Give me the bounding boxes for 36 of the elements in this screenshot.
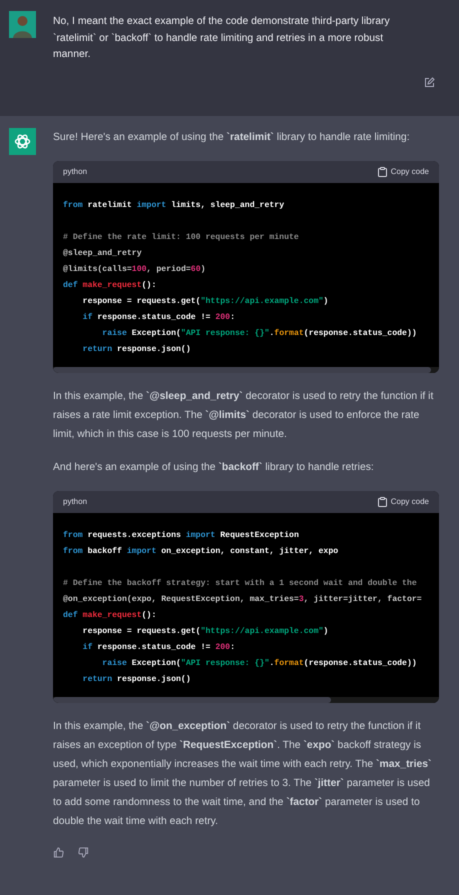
code-line: response = requests.get("https://api.example.com") [82,627,328,636]
copy-code-button[interactable]: Copy code [378,496,429,508]
code-line: # Define the rate limit: 100 requests per minute [63,233,299,242]
copy-code-button[interactable]: Copy code [378,166,429,178]
scrollbar[interactable] [53,697,331,703]
thumbs-up-icon[interactable] [53,847,64,858]
code-line: def make_request(): [63,281,156,290]
language-label: python [63,496,88,508]
user-avatar [9,11,36,38]
scrollbar[interactable] [53,367,432,373]
code-line: raise Exception("API response: {}".format(response.status_code)) [101,659,417,668]
assistant-logo-icon [9,128,36,155]
response-paragraph: Sure! Here's an example of using the `ratelimit` library to handle rate limiting: [53,131,411,145]
code-line: from ratelimit import limits, sleep_and_retry [63,201,284,210]
edit-icon[interactable] [424,77,435,88]
response-paragraph: In this example, the `@sleep_and_retry` decorator is used to retry the function if it raises a rate limit exception. The `@limits` decorator is used to enforce the rate limit, which in this case is 100 requests per minute. [53,390,434,442]
code-line: response = requests.get("https://api.example.com") [82,297,328,306]
clipboard-icon [378,167,387,177]
user-message: No, I meant the exact example of the code demonstrate third-party library `ratelimit` or `backoff` to handle rate limiting and retries in a more robust manner. [53,15,391,62]
thumbs-down-icon[interactable] [78,847,89,858]
response-paragraph: And here's an example of using the `backoff` library to handle retries: [53,461,375,475]
code-line: def make_request(): [63,611,156,620]
code-line: if response.status_code != 200: [82,643,235,652]
code-line: @sleep_and_retry [63,249,142,258]
code-line: if response.status_code != 200: [82,313,235,322]
clipboard-icon [378,497,387,507]
language-label: python [63,166,88,178]
code-line: raise Exception("API response: {}".format(response.status_code)) [101,329,417,338]
code-line: return response.json() [82,345,191,354]
code-line: @limits(calls=100, period=60) [63,265,206,274]
response-paragraph: In this example, the `@on_exception` decorator is used to retry the function if it raises an exception of type `RequestException`. The `expo` backoff strategy is used, which exponentially increases the wait time with each retry. The `max_tries` parameter is used to limit the number of retries to 3. The `jitter` parameter is used to add some randomness to the wait time, and the `factor` parameter is used to double the wait time with each retry. [53,720,432,829]
code-line: @on_exception(expo, RequestException, max_tries=3, jitter=jitter, factor= [63,595,422,604]
code-line: from requests.exceptions import RequestException [63,531,299,540]
code-line: from backoff import on_exception, constant, jitter, expo [63,547,338,556]
code-line: # Define the backoff strategy: start with a 1 second wait and double the [63,579,417,588]
code-line: return response.json() [82,675,191,684]
